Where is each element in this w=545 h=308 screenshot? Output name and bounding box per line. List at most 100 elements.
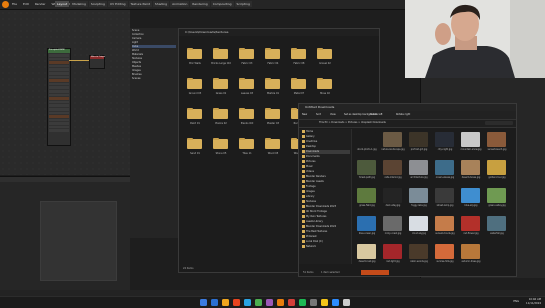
output-node[interactable]: Material Output bbox=[89, 55, 105, 69]
taskbar-app-icon[interactable] bbox=[222, 299, 229, 306]
image-label[interactable]: mountain-snow.jpg bbox=[459, 148, 483, 151]
node-socket-row[interactable] bbox=[49, 111, 69, 115]
node-socket-row[interactable] bbox=[49, 82, 69, 86]
image-label[interactable]: autumn-trees.jpg bbox=[459, 260, 483, 263]
image-label[interactable]: golden-hour.jpg bbox=[485, 176, 509, 179]
nav-item[interactable]: Home bbox=[302, 130, 350, 134]
folder-label[interactable]: Wood 05 bbox=[262, 152, 284, 155]
outliner-item[interactable]: Collection bbox=[132, 33, 176, 36]
folder-label[interactable]: Sand 01 bbox=[184, 152, 206, 155]
toolbar-button[interactable]: Rotate left bbox=[370, 113, 382, 116]
search-input[interactable] bbox=[485, 121, 513, 125]
node-socket-row[interactable] bbox=[49, 107, 69, 111]
image-thumbnail[interactable] bbox=[435, 244, 454, 259]
image-thumbnail[interactable] bbox=[383, 132, 402, 147]
image-label[interactable]: red-light.jpg bbox=[381, 260, 405, 263]
outliner-item[interactable]: Scene bbox=[132, 29, 176, 32]
node-socket-row[interactable] bbox=[49, 122, 69, 125]
workspace-tab[interactable]: Compositing bbox=[210, 1, 234, 7]
image-thumbnail[interactable] bbox=[357, 244, 376, 259]
workspace-tab[interactable]: UV Editing bbox=[107, 1, 128, 7]
node-socket-row[interactable] bbox=[49, 125, 69, 129]
nav-item[interactable]: The Best Textures bbox=[302, 230, 350, 234]
folder-label[interactable]: Planks 02 bbox=[210, 122, 232, 125]
folder-icon[interactable] bbox=[213, 107, 228, 119]
address-bar[interactable]: This PC > Downloads > Pictures > Unsplas… bbox=[299, 120, 516, 128]
folder-icon[interactable] bbox=[317, 77, 332, 89]
image-thumbnail[interactable] bbox=[461, 132, 480, 147]
menu-item[interactable]: Edit bbox=[23, 2, 29, 6]
folder-label[interactable]: Plaster 03 bbox=[262, 122, 284, 125]
toolbar-button[interactable]: Sort bbox=[316, 113, 321, 116]
image-thumbnail[interactable] bbox=[409, 188, 428, 203]
node-socket-row[interactable] bbox=[49, 57, 69, 61]
folder-label[interactable]: Moss 02 bbox=[314, 92, 336, 95]
nav-item[interactable]: Blender Renders bbox=[302, 175, 350, 179]
shader-node[interactable]: Principled BSDF bbox=[47, 48, 71, 146]
blender-logo-icon[interactable] bbox=[2, 1, 9, 8]
image-thumbnail[interactable] bbox=[435, 216, 454, 231]
folder-label[interactable]: Grass 01 bbox=[210, 92, 232, 95]
node-socket-row[interactable] bbox=[49, 100, 69, 104]
folder-label[interactable]: Marble 01 bbox=[262, 92, 284, 95]
folder-label[interactable]: Bricks Large Old bbox=[210, 62, 232, 65]
nav-item[interactable]: Pinterest bbox=[302, 235, 350, 239]
node-socket-row[interactable] bbox=[49, 68, 69, 71]
image-label[interactable]: city-night.jpg bbox=[433, 148, 457, 151]
image-label[interactable]: sunrise-hills.jpg bbox=[433, 260, 457, 263]
outliner-item[interactable]: Light bbox=[132, 41, 176, 44]
toolbar-button[interactable]: View bbox=[330, 113, 336, 116]
node-socket-row[interactable] bbox=[49, 118, 69, 122]
image-label[interactable]: green-valley.jpg bbox=[485, 204, 509, 207]
nav-item[interactable]: Downloads bbox=[302, 150, 350, 154]
image-label[interactable]: rocky-coast.jpg bbox=[381, 232, 405, 235]
taskbar-app-icon[interactable] bbox=[244, 299, 251, 306]
workspace-tab[interactable]: Modeling bbox=[70, 1, 88, 7]
folder-label[interactable]: Metal 07 bbox=[288, 92, 310, 95]
menu-item[interactable]: File bbox=[12, 2, 17, 6]
node-socket-row[interactable] bbox=[49, 86, 69, 89]
folder-icon[interactable] bbox=[291, 77, 306, 89]
image-label[interactable]: red-flower.jpg bbox=[459, 232, 483, 235]
folder-label[interactable]: Ground 03 bbox=[184, 92, 206, 95]
node-socket-row[interactable] bbox=[49, 115, 69, 118]
taskbar-app-icon[interactable] bbox=[310, 299, 317, 306]
taskbar-app-icon[interactable] bbox=[288, 299, 295, 306]
nav-item[interactable]: Music bbox=[302, 165, 350, 169]
workspace-tab[interactable]: Sculpting bbox=[88, 1, 107, 7]
scrollbar-highlight[interactable] bbox=[361, 270, 389, 275]
nav-item[interactable]: Images bbox=[302, 190, 350, 194]
address-text[interactable]: This PC > Downloads > Pictures > Unsplas… bbox=[319, 121, 386, 124]
folder-icon[interactable] bbox=[213, 47, 228, 59]
image-label[interactable]: stock-photo-1.jpg bbox=[355, 148, 379, 151]
taskbar-app-icon[interactable] bbox=[255, 299, 262, 306]
image-label[interactable]: grass-field.jpg bbox=[355, 204, 379, 207]
folder-label[interactable]: Planks Old bbox=[236, 122, 258, 125]
nav-item[interactable]: Network bbox=[302, 245, 350, 249]
folder-icon[interactable] bbox=[265, 137, 280, 149]
taskbar-app-icon[interactable] bbox=[332, 299, 339, 306]
image-thumbnail[interactable] bbox=[409, 216, 428, 231]
node-socket-row[interactable] bbox=[49, 54, 69, 57]
nav-item[interactable]: Blender Assets bbox=[302, 180, 350, 184]
taskbar-app-icon[interactable] bbox=[277, 299, 284, 306]
image-thumbnail[interactable] bbox=[383, 244, 402, 259]
node-socket-row[interactable] bbox=[49, 71, 69, 75]
taskbar-app-icon[interactable] bbox=[321, 299, 328, 306]
image-label[interactable]: architecture.jpg bbox=[407, 176, 431, 179]
menu-item[interactable]: Render bbox=[35, 2, 46, 6]
folder-icon[interactable] bbox=[187, 47, 202, 59]
image-label[interactable]: cabin-woods.jpg bbox=[407, 260, 431, 263]
toolbar-button[interactable]: New bbox=[302, 113, 307, 116]
nav-item[interactable]: Videos bbox=[302, 170, 350, 174]
folder-icon[interactable] bbox=[213, 77, 228, 89]
image-thumbnail[interactable] bbox=[409, 244, 428, 259]
image-label[interactable]: blue-sky.jpg bbox=[459, 204, 483, 207]
nav-item[interactable]: Textures bbox=[302, 200, 350, 204]
image-label[interactable]: sunset-clouds.jpg bbox=[433, 232, 457, 235]
image-label[interactable]: waterfall.jpg bbox=[485, 232, 509, 235]
image-thumbnail[interactable] bbox=[409, 132, 428, 147]
workspace-tab[interactable]: Texture Paint bbox=[128, 1, 152, 7]
image-thumbnail[interactable] bbox=[357, 132, 376, 147]
image-thumbnail[interactable] bbox=[409, 160, 428, 175]
